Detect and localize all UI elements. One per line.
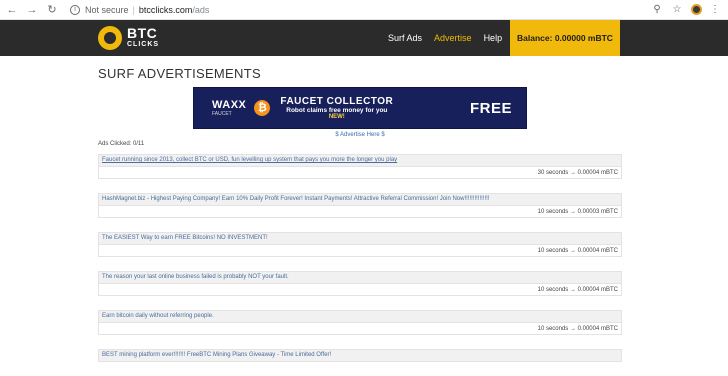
address-separator: | xyxy=(132,4,135,15)
ads-clicked-counter: Ads Clicked: 0/11 xyxy=(98,141,145,147)
banner-brand: WAXX FAUCET xyxy=(212,99,246,117)
ad-reward: 10 seconds → 0.00004 mBTC xyxy=(98,245,622,257)
forward-arrow-icon[interactable]: → xyxy=(24,2,40,18)
ad-item: Faucet running since 2013, collect BTC o… xyxy=(98,154,622,179)
ad-title-link[interactable]: HashMagnet.biz - Highest Paying Company!… xyxy=(98,193,622,206)
logo-text: BTC CLICKS xyxy=(127,24,160,50)
main-content: SURF ADVERTISEMENTS WAXX FAUCET ₿ FAUCET… xyxy=(98,56,622,362)
ad-item: Earn bitcoin daily without referring peo… xyxy=(98,310,622,335)
menu-kebab-icon[interactable]: ⋮ xyxy=(710,4,720,15)
info-icon[interactable]: i xyxy=(70,4,80,15)
banner-text: FAUCET COLLECTOR Robot claims free money… xyxy=(280,96,393,120)
ad-title-link[interactable]: The reason your last online business fai… xyxy=(98,271,622,284)
ad-item: BEST mining platform ever!!!!!!! FreeBTC… xyxy=(98,349,622,362)
nav-surf-ads[interactable]: Surf Ads xyxy=(388,33,422,43)
url-host: btcclicks.com xyxy=(138,4,193,15)
nav-advertise[interactable]: Advertise xyxy=(434,33,472,43)
ad-reward: 10 seconds → 0.00004 mBTC xyxy=(98,323,622,335)
banner-badge: NEW! xyxy=(328,114,345,120)
ad-item: The EASIEST Way to earn FREE Bitcoins! N… xyxy=(98,232,622,257)
banner-brand-text: WAXX xyxy=(212,99,247,111)
ad-title-link[interactable]: The EASIEST Way to earn FREE Bitcoins! N… xyxy=(98,232,622,245)
ad-item: HashMagnet.biz - Highest Paying Company!… xyxy=(98,193,622,218)
advertise-here-link[interactable]: $ Advertise Here $ xyxy=(98,132,622,138)
reload-icon[interactable]: ↻ xyxy=(44,2,60,18)
site-logo[interactable]: BTC CLICKS xyxy=(98,26,159,50)
star-icon[interactable]: ☆ xyxy=(671,4,683,15)
ad-title-link[interactable]: BEST mining platform ever!!!!!!! FreeBTC… xyxy=(98,349,622,362)
ad-item: The reason your last online business fai… xyxy=(98,271,622,296)
bitcoin-icon: ₿ xyxy=(254,100,271,116)
zoom-icon[interactable]: ⚲ xyxy=(651,4,663,15)
site-header: BTC CLICKS Surf Ads Advertise Help Balan… xyxy=(0,20,728,56)
nav-help[interactable]: Help xyxy=(484,33,503,43)
ad-reward: 10 seconds → 0.00003 mBTC xyxy=(98,206,622,218)
extension-icon[interactable] xyxy=(691,4,702,15)
logo-mark-icon xyxy=(98,26,122,50)
ad-reward: 30 seconds → 0.00004 mBTC xyxy=(98,167,622,179)
ad-reward: 10 seconds → 0.00004 mBTC xyxy=(98,284,622,296)
address-bar[interactable]: i Not secure | btcclicks.com /ads xyxy=(70,2,209,18)
url-path: /ads xyxy=(192,4,210,15)
logo-line2: CLICKS xyxy=(127,40,160,48)
ad-title-link[interactable]: Earn bitcoin daily without referring peo… xyxy=(98,310,622,323)
banner-cta: FREE xyxy=(469,99,512,117)
security-label: Not secure xyxy=(85,4,129,15)
balance-badge[interactable]: Balance: 0.00000 mBTC xyxy=(510,20,620,56)
logo-line1: BTC xyxy=(127,24,158,41)
browser-toolbar: ← → ↻ i Not secure | btcclicks.com /ads … xyxy=(0,0,728,20)
ad-title-link[interactable]: Faucet running since 2013, collect BTC o… xyxy=(98,154,622,167)
back-arrow-icon[interactable]: ← xyxy=(4,2,20,18)
ad-list: Faucet running since 2013, collect BTC o… xyxy=(98,154,622,376)
banner-subline: Robot claims free money for you xyxy=(286,107,388,114)
main-nav: Surf Ads Advertise Help xyxy=(388,20,514,56)
ad-banner[interactable]: WAXX FAUCET ₿ FAUCET COLLECTOR Robot cla… xyxy=(193,87,527,129)
banner-brand-sub: FAUCET xyxy=(212,111,232,117)
page-title: SURF ADVERTISEMENTS xyxy=(98,66,261,81)
banner-headline: FAUCET COLLECTOR xyxy=(280,96,394,107)
